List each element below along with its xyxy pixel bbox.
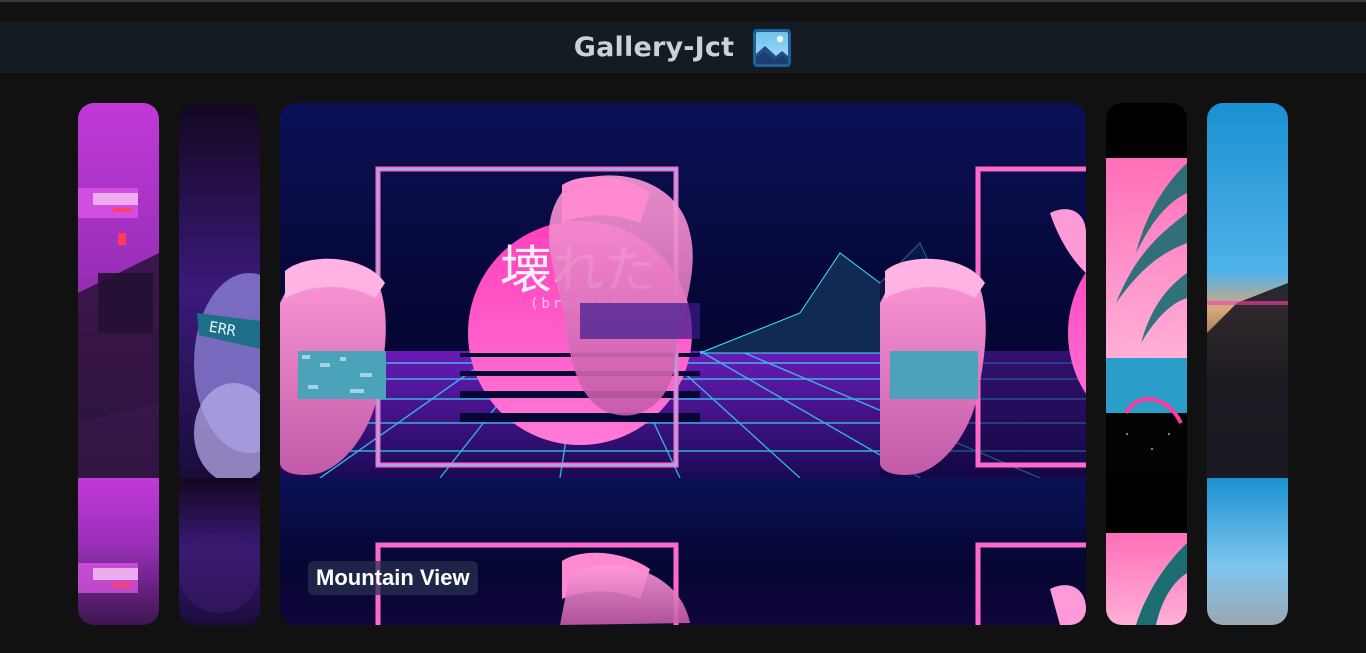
gallery-card-active[interactable]: 壊れた (broken) xyxy=(280,103,1086,625)
gallery-image xyxy=(1106,103,1187,625)
image-caption: Mountain View xyxy=(308,561,478,595)
framed-picture-icon xyxy=(753,28,792,67)
gallery-image xyxy=(78,103,159,625)
app-title: Gallery-Jct xyxy=(573,32,735,63)
image-gallery: ERR Mountain View xyxy=(0,73,1366,653)
vaporwave-scene-repeat xyxy=(280,478,1086,625)
gallery-card[interactable] xyxy=(1207,103,1288,625)
vaporwave-scene: 壊れた (broken) xyxy=(280,103,1086,479)
top-spacer xyxy=(0,2,1366,22)
gallery-image: 壊れた (broken) xyxy=(280,103,1086,625)
app-header: Gallery-Jct xyxy=(0,22,1366,73)
gallery-image xyxy=(1207,103,1288,625)
gallery-card[interactable]: ERR xyxy=(179,103,260,625)
gallery-card[interactable] xyxy=(1106,103,1187,625)
gallery-image: ERR xyxy=(179,103,260,625)
gallery-card[interactable] xyxy=(78,103,159,625)
